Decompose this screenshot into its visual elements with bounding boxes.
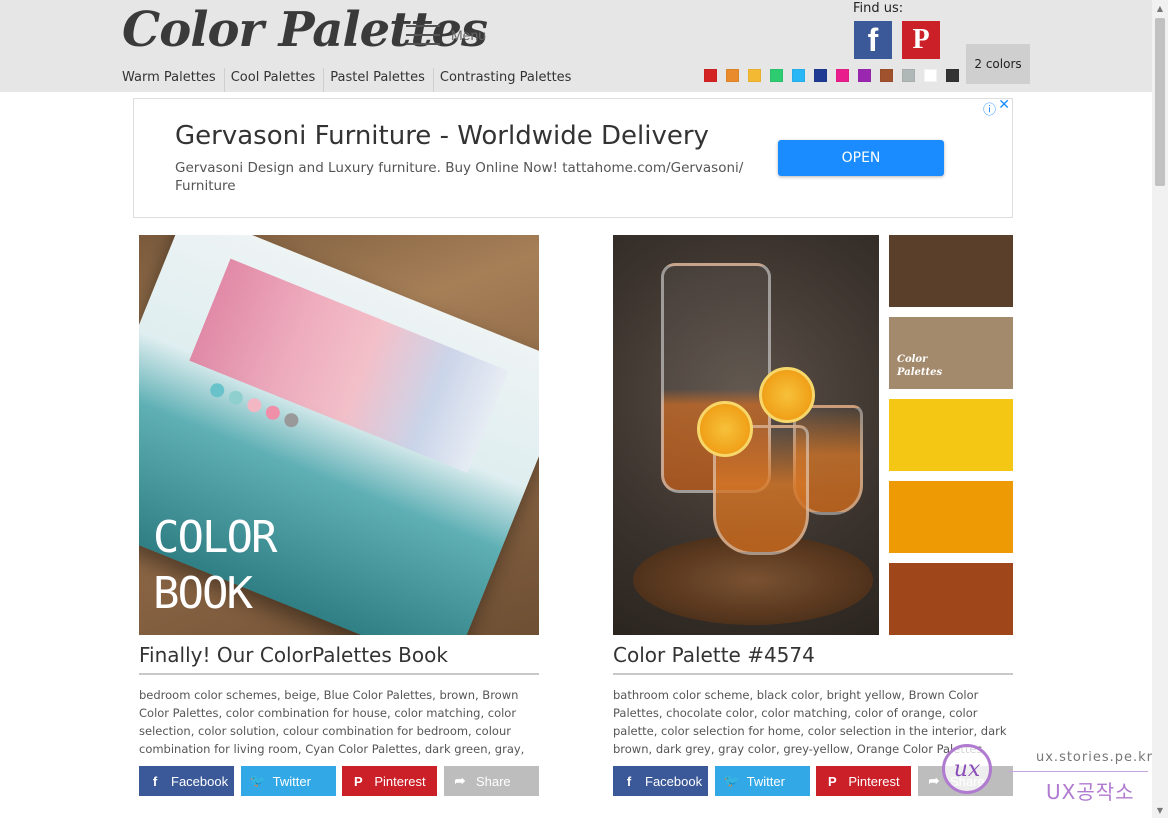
nav-contrasting-palettes[interactable]: Contrasting Palettes (434, 68, 580, 92)
watermark-url: ux.stories.pe.kr (1036, 750, 1154, 765)
pinterest-share-button[interactable]: P Pinterest (342, 766, 438, 796)
color-filter-swatch[interactable] (946, 69, 959, 82)
palette-photo[interactable] (613, 235, 879, 635)
pinterest-icon: P (827, 773, 837, 789)
color-filter-swatch[interactable] (748, 69, 761, 82)
color-filter (704, 69, 968, 82)
post-title[interactable]: Finally! Our ColorPalettes Book (139, 643, 539, 675)
share-buttons: fFacebook 🐦Twitter PPinterest ➦Share (139, 766, 539, 796)
color-filter-swatch[interactable] (726, 69, 739, 82)
two-colors-button[interactable]: 2 colors (966, 44, 1030, 84)
palette-swatch[interactable] (889, 563, 1013, 635)
ad-description: Gervasoni Design and Luxury furniture. B… (175, 160, 744, 194)
share-icon: ➦ (928, 773, 940, 788)
scroll-down-icon[interactable]: ▼ (1152, 802, 1168, 818)
color-filter-swatch[interactable] (770, 69, 783, 82)
twitter-icon: 🐦 (249, 773, 266, 788)
color-filter-swatch[interactable] (858, 69, 871, 82)
ad-banner[interactable]: Gervasoni Furniture - Worldwide Delivery… (133, 97, 1013, 218)
color-filter-swatch[interactable] (902, 69, 915, 82)
ad-info-icon[interactable]: ⓘ (983, 99, 996, 118)
palette-watermark-logo: Color Palettes (897, 354, 943, 378)
menu-label: Menu (451, 27, 487, 43)
scrollbar[interactable]: ▲ ▼ (1152, 0, 1168, 818)
nav-pastel-palettes[interactable]: Pastel Palettes (324, 68, 434, 92)
color-book-image[interactable]: COLOR BOOK (139, 235, 539, 635)
share-button[interactable]: ➦Share (443, 766, 539, 796)
book-image-label: COLOR BOOK (153, 512, 277, 619)
palette-swatch[interactable]: Color Palettes (889, 317, 1013, 389)
pinterest-share-button[interactable]: P Pinterest (816, 766, 912, 796)
facebook-icon: f (626, 773, 632, 789)
post-card-book: COLOR BOOK Finally! Our ColorPalettes Bo… (139, 235, 539, 796)
color-filter-swatch[interactable] (880, 69, 893, 82)
facebook-share-button[interactable]: f Facebook (613, 766, 708, 796)
twitter-icon: 🐦 (723, 773, 740, 788)
menu-button[interactable]: Menu (406, 22, 496, 48)
scroll-up-icon[interactable]: ▲ (1152, 0, 1168, 16)
post-tags[interactable]: bedroom color schemes, beige, Blue Color… (139, 686, 539, 758)
color-filter-swatch[interactable] (814, 69, 827, 82)
post-title[interactable]: Color Palette #4574 (613, 643, 1013, 675)
ad-open-button[interactable]: OPEN (778, 140, 944, 176)
pinterest-icon[interactable]: P (902, 21, 940, 59)
ad-close-icon[interactable]: ✕ (998, 97, 1010, 113)
nav-warm-palettes[interactable]: Warm Palettes (116, 68, 225, 92)
pinterest-icon: P (353, 773, 363, 789)
category-nav: Warm Palettes Cool Palettes Pastel Palet… (116, 68, 579, 92)
facebook-share-button[interactable]: f Facebook (139, 766, 234, 796)
site-header: Color Palettes Menu Warm Palettes Cool P… (0, 0, 1152, 92)
post-card-palette: Color Palettes Color Palette #4574 bathro… (613, 235, 1013, 796)
color-filter-swatch[interactable] (924, 69, 937, 82)
palette-swatch[interactable] (889, 481, 1013, 553)
palette-swatches: Color Palettes (889, 235, 1013, 635)
twitter-share-button[interactable]: 🐦 Twitter (240, 766, 336, 796)
watermark: ux ux.stories.pe.kr UX공작소 (940, 740, 1152, 806)
watermark-name: UX공작소 (1046, 780, 1135, 804)
nav-cool-palettes[interactable]: Cool Palettes (225, 68, 325, 92)
palette-swatch[interactable] (889, 399, 1013, 471)
color-filter-swatch[interactable] (704, 69, 717, 82)
facebook-icon[interactable]: f (854, 21, 892, 59)
color-filter-swatch[interactable] (836, 69, 849, 82)
color-filter-swatch[interactable] (792, 69, 805, 82)
twitter-share-button[interactable]: 🐦 Twitter (714, 766, 810, 796)
scrollbar-thumb[interactable] (1155, 18, 1165, 186)
ad-title[interactable]: Gervasoni Furniture - Worldwide Delivery (175, 121, 709, 151)
find-us-label: Find us: (853, 1, 904, 16)
facebook-icon: f (152, 773, 158, 789)
hamburger-icon (406, 23, 440, 47)
palette-swatch[interactable] (889, 235, 1013, 307)
share-icon: ➦ (454, 773, 466, 788)
watermark-logo: ux (942, 744, 992, 794)
